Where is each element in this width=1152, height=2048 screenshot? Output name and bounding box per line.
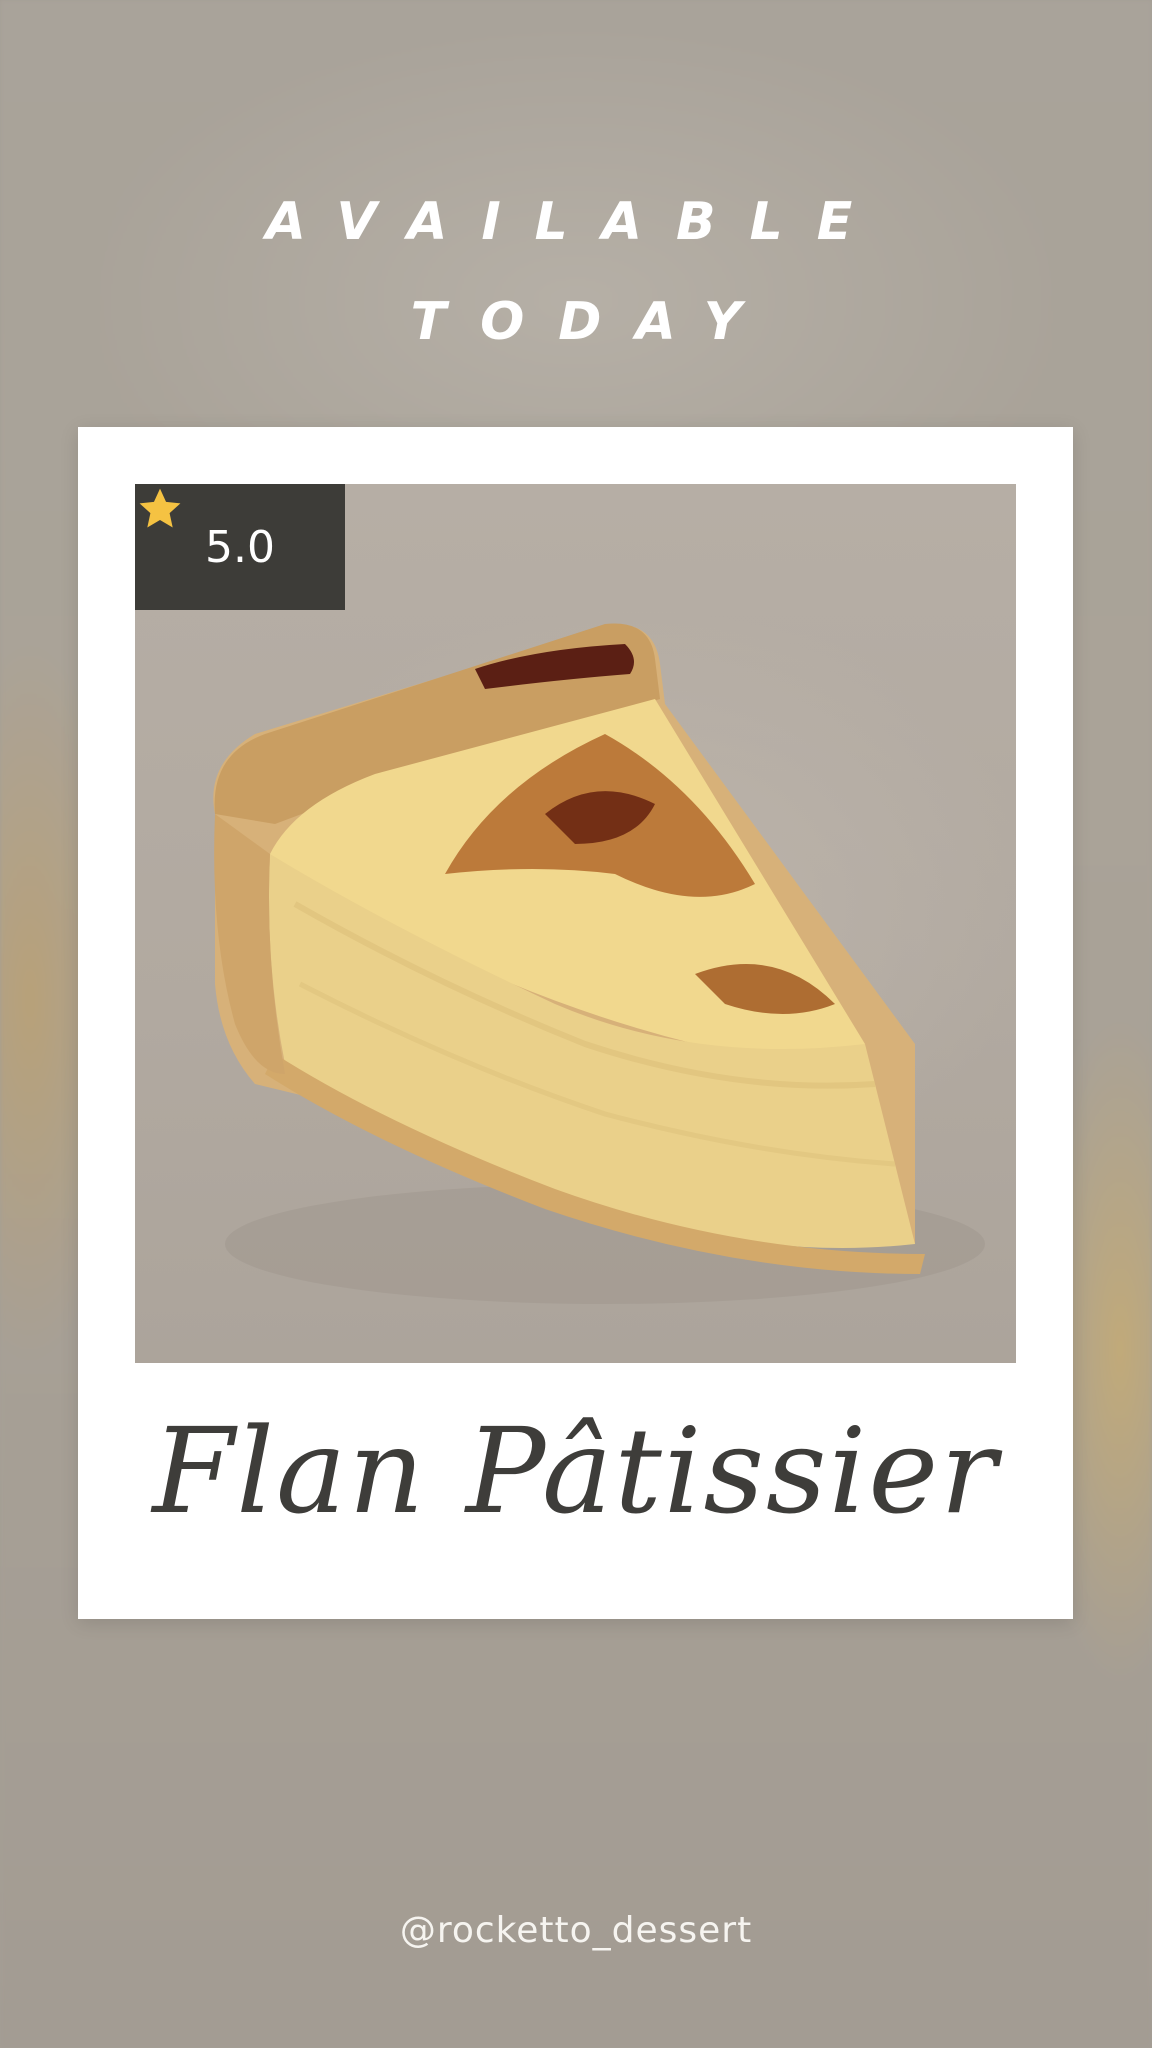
product-card: 5.0 Flan Pâtissier: [78, 427, 1073, 1619]
flan-illustration: [213, 623, 985, 1304]
flan-slice-image: 5.0: [135, 484, 1016, 1363]
headline-today: TODAY: [410, 292, 776, 352]
headline-available: AVAILABLE: [265, 192, 887, 252]
rating-value: 5.0: [205, 521, 275, 573]
rating-badge: 5.0: [135, 484, 345, 610]
product-name: Flan Pâtissier: [152, 1402, 999, 1540]
star-icon: [139, 488, 181, 528]
instagram-handle[interactable]: @rocketto_dessert: [0, 1910, 1152, 1951]
